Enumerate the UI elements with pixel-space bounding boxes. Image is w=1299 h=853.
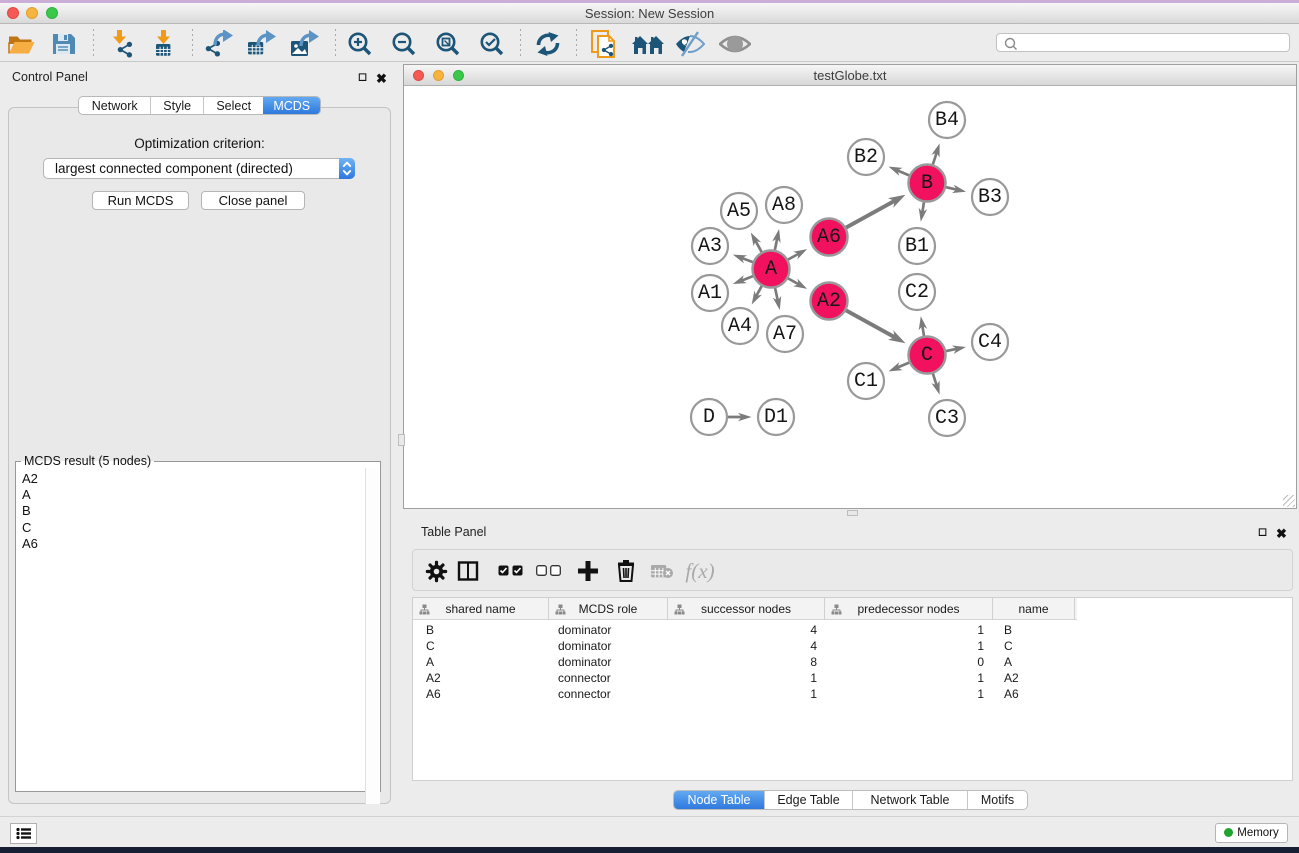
- svg-text:A6: A6: [817, 226, 841, 249]
- svg-text:A: A: [765, 258, 777, 281]
- svg-text:C4: C4: [978, 331, 1002, 354]
- svg-text:C3: C3: [935, 407, 959, 430]
- svg-text:B4: B4: [935, 109, 959, 132]
- svg-text:C2: C2: [905, 281, 929, 304]
- svg-text:A1: A1: [698, 282, 722, 305]
- svg-text:A3: A3: [698, 235, 722, 258]
- svg-text:D: D: [703, 406, 715, 429]
- svg-text:A8: A8: [772, 194, 796, 217]
- svg-text:C1: C1: [854, 370, 878, 393]
- svg-text:A7: A7: [773, 323, 797, 346]
- svg-text:A5: A5: [727, 200, 751, 223]
- svg-text:D1: D1: [764, 406, 788, 429]
- svg-text:B: B: [921, 172, 933, 195]
- svg-text:A4: A4: [728, 315, 752, 338]
- svg-text:B1: B1: [905, 235, 929, 258]
- svg-text:B3: B3: [978, 186, 1002, 209]
- svg-text:B2: B2: [854, 146, 878, 169]
- svg-text:A2: A2: [817, 290, 841, 313]
- svg-text:C: C: [921, 344, 933, 367]
